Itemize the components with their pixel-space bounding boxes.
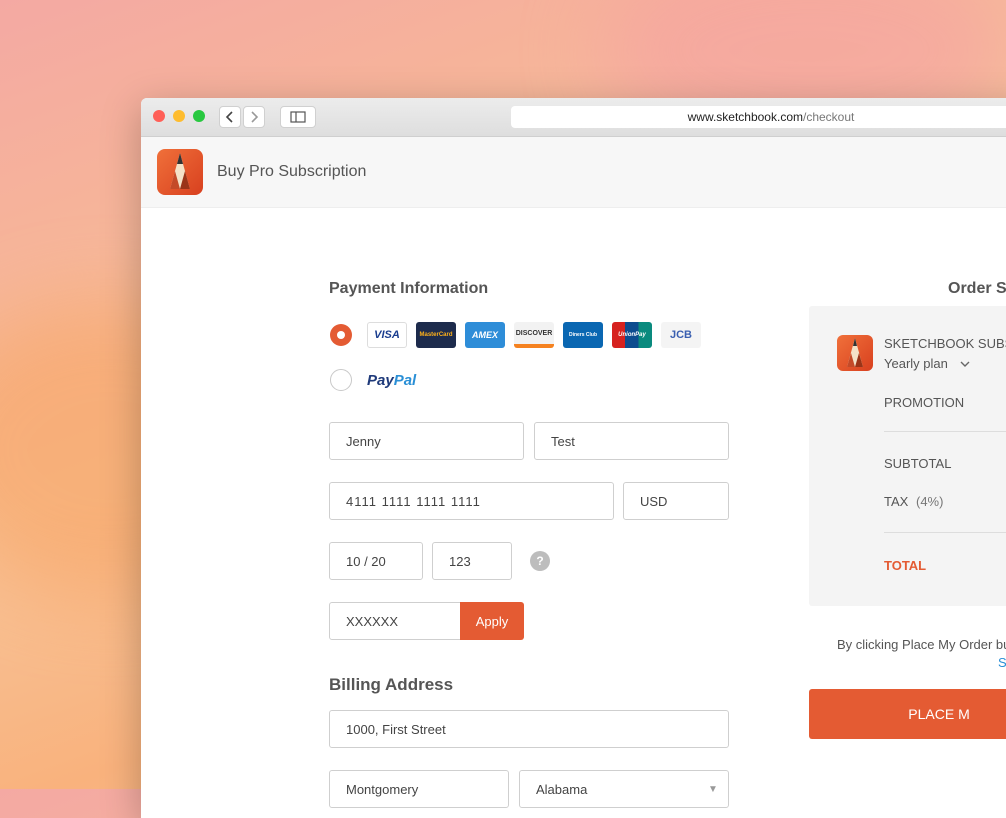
terms-link[interactable]: S [998, 655, 1006, 670]
payment-heading: Payment Information [329, 280, 489, 297]
sidebar-toggle-button[interactable] [280, 106, 316, 128]
forward-button[interactable] [243, 106, 265, 128]
url-domain: www.sketchbook.com [687, 110, 803, 124]
address-bar[interactable]: www.sketchbook.com/checkout [511, 106, 1006, 128]
last-name-input[interactable]: Test [534, 422, 729, 460]
page-title: Buy Pro Subscription [217, 163, 367, 180]
pencil-icon [847, 338, 863, 367]
first-name-input[interactable]: Jenny [329, 422, 524, 460]
expiry-input[interactable]: 10 / 20 [329, 542, 423, 580]
currency-input[interactable]: USD [623, 482, 729, 520]
address-input[interactable]: 1000, First Street [329, 710, 729, 748]
visa-icon: VISA [367, 322, 407, 348]
state-select[interactable]: Alabama [519, 770, 729, 808]
mastercard-icon: MasterCard [416, 322, 456, 348]
city-input[interactable]: Montgomery [329, 770, 509, 808]
minimize-window-button[interactable] [173, 110, 185, 122]
order-notice: By clicking Place My Order bu [837, 637, 1006, 652]
card-number-input[interactable]: 4111 1111 1111 1111 [329, 482, 614, 520]
browser-titlebar: www.sketchbook.com/checkout [141, 98, 1006, 137]
pencil-icon [170, 153, 190, 189]
apply-button[interactable]: Apply [460, 602, 524, 640]
help-icon[interactable]: ? [530, 551, 550, 571]
checkout-content: Payment Information VISA MasterCard AMEX… [141, 208, 1006, 808]
promotion-label: PROMOTION [884, 395, 965, 410]
total-label: TOTAL [884, 558, 927, 573]
cvv-input[interactable]: 123 [432, 542, 512, 580]
amex-icon: AMEX [465, 322, 505, 348]
subtotal-label: SUBTOTAL [884, 456, 952, 471]
tax-label: TAX [884, 494, 909, 509]
url-path: /checkout [803, 110, 855, 124]
tax-rate: (4%) [916, 494, 944, 509]
billing-heading: Billing Address [329, 675, 454, 694]
chevron-right-icon [251, 111, 259, 123]
zoom-window-button[interactable] [193, 110, 205, 122]
place-order-button[interactable]: PLACE M [809, 689, 1006, 739]
paypal-payment-radio[interactable] [330, 369, 352, 391]
app-header: Buy Pro Subscription [141, 137, 1006, 208]
card-payment-radio[interactable] [330, 324, 352, 346]
product-name: SKETCHBOOK SUBS [884, 336, 1006, 351]
jcb-icon: JCB [661, 322, 701, 348]
promo-code-input[interactable]: XXXXXX [329, 602, 464, 640]
paypal-logo: PayPal [367, 372, 417, 389]
order-summary-heading: Order S [948, 280, 1006, 297]
unionpay-icon: UnionPay [612, 322, 652, 348]
plan-select[interactable]: Yearly plan [884, 356, 948, 371]
chevron-down-icon[interactable] [960, 361, 970, 368]
discover-icon: DISCOVER [514, 322, 554, 348]
divider [884, 431, 1006, 432]
back-button[interactable] [219, 106, 241, 128]
chevron-down-icon: ▼ [708, 784, 718, 795]
sketchbook-logo-small [837, 335, 873, 371]
browser-window: www.sketchbook.com/checkout Buy Pro Subs… [141, 98, 1006, 818]
chevron-left-icon [225, 111, 233, 123]
divider [884, 532, 1006, 533]
order-summary-box: SKETCHBOOK SUBS Yearly plan PROMOTION SU… [809, 306, 1006, 606]
close-window-button[interactable] [153, 110, 165, 122]
diners-club-icon: Diners Club [563, 322, 603, 348]
sketchbook-logo [157, 149, 203, 195]
sidebar-icon [290, 111, 306, 123]
